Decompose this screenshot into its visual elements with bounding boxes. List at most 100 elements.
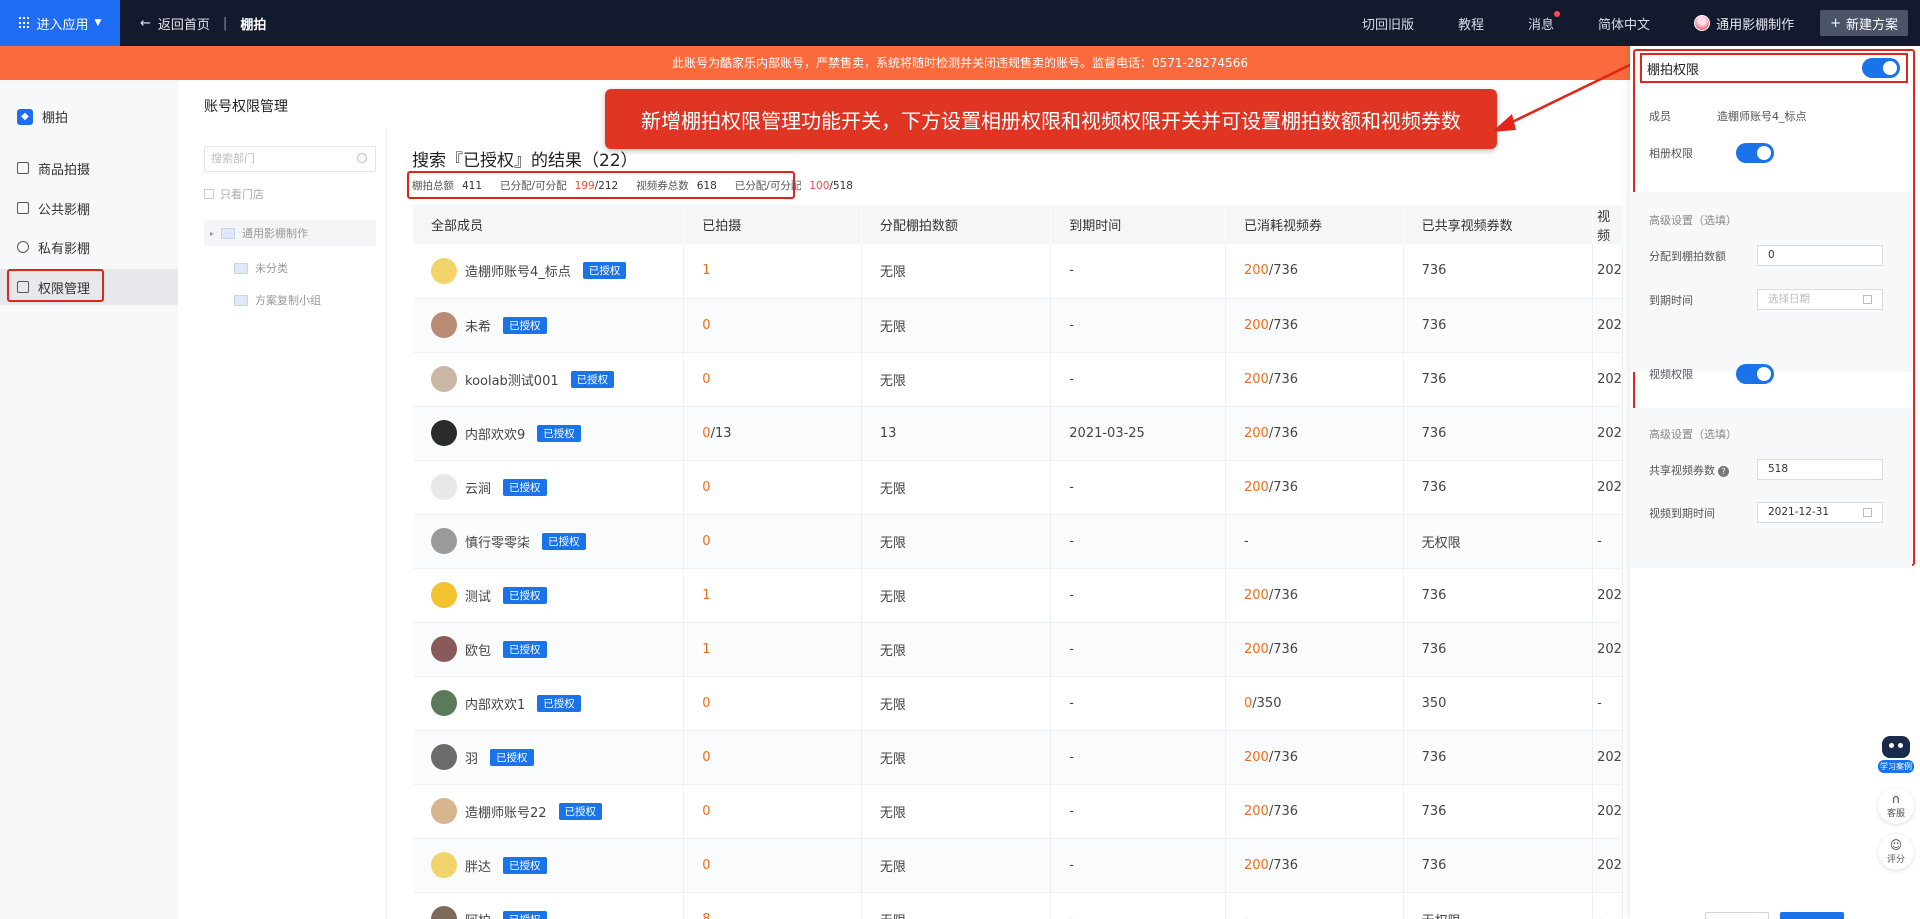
table-row[interactable]: 测试 已授权 1 无限 -200/736 736 202 [413,568,1623,623]
shared-voucher-input[interactable]: 518 [1757,459,1883,480]
used-count: 200 [1243,371,1269,387]
quota-input[interactable]: 0 [1757,245,1883,266]
shot-cell: 1 [683,244,862,299]
table-row[interactable]: 内部欢欢9 已授权 0/13 13 2021-03-25 200/736 736 202 [413,406,1623,461]
member-name[interactable]: 欧包 [465,640,491,659]
video-cell: 202 [1592,352,1623,407]
member-cell: 胖达 已授权 [413,838,685,893]
sidebar-item-private-studio[interactable]: 私有影棚 [0,229,178,265]
member-name[interactable]: 云涧 [465,478,491,497]
member-name[interactable]: 造棚师账号22 [465,802,547,821]
help-icon[interactable]: ? [1718,465,1729,477]
member-name[interactable]: koolab测试001 [465,370,559,389]
column-header-quota[interactable]: 分配棚拍数额 [861,205,1052,244]
tree-node-uncategorized[interactable]: 未分类 [234,260,288,276]
column-header-member[interactable]: 全部成员 [413,205,685,244]
enter-app-button[interactable]: 进入应用 ▼ [0,0,120,46]
shot-cell: 0 [683,460,862,515]
shared-voucher-cell: 736 [1403,244,1594,299]
table-row[interactable]: 造棚师账号4_标点 已授权 1 无限 -200/736 736 202 [413,244,1623,299]
used-voucher-cell: 200/736 [1225,298,1404,353]
member-name[interactable]: 造棚师账号4_标点 [465,261,571,280]
shoot-permission-toggle[interactable] [1862,58,1900,78]
assistant-label: 学习案例 [1878,760,1914,773]
member-name[interactable]: 内部欢欢1 [465,694,525,713]
video-expire-date-picker[interactable]: 2021-12-31 [1757,502,1883,523]
quota-cell: 无限 [861,784,1052,839]
video-cell: 202 [1592,460,1623,515]
confirm-button[interactable] [1780,912,1844,919]
sidebar-item-public-studio[interactable]: 公共影棚 [0,190,178,226]
learning-assistant[interactable]: 学习案例 [1878,736,1914,776]
member-name[interactable]: 测试 [465,586,491,605]
column-header-shot[interactable]: 已拍摄 [683,205,862,244]
expire-date-picker[interactable]: 选择日期 [1757,289,1883,310]
avatar [431,420,457,446]
switch-old-version-link[interactable]: 切回旧版 [1362,14,1414,33]
avatar [431,582,457,608]
table-row[interactable]: 欧包 已授权 1 无限 -200/736 736 202 [413,622,1623,677]
table-row[interactable]: 阿柏已授权8无限--无权限- [413,892,1623,919]
table-row[interactable]: koolab测试001 已授权 0 无限 -200/736 736 202 [413,352,1623,407]
enter-app-label: 进入应用 [36,17,89,33]
folder-icon [234,294,248,306]
table-row[interactable]: 云涧 已授权 0 无限 -200/736 736 202 [413,460,1623,515]
member-name[interactable]: 阿柏 [465,910,491,919]
authorized-badge: 已授权 [542,532,586,550]
member-name[interactable]: 羽 [465,748,478,767]
video-permission-toggle[interactable] [1736,364,1774,384]
messages-link[interactable]: 消息 [1528,10,1561,33]
tree-node-root[interactable]: ▸ 通用影棚制作 [204,220,376,246]
column-header-shared-vouchers[interactable]: 已共享视频券数 [1403,205,1594,244]
customer-service-button[interactable]: ∩ 客服 [1878,788,1914,824]
tutorial-link[interactable]: 教程 [1458,14,1484,33]
shot-count: 0 [702,803,711,819]
column-header-video[interactable]: 视频 [1592,205,1623,244]
member-name[interactable]: 内部欢欢9 [465,424,525,443]
authorized-badge: 已授权 [503,586,547,604]
member-cell: 测试 已授权 [413,568,685,623]
shot-cell: 0 [683,514,862,569]
member-cell: 云涧 已授权 [413,460,685,515]
language-switch[interactable]: 简体中文 [1598,14,1650,33]
table-row[interactable]: 造棚师账号22 已授权 0 无限 -200/736 736 202 [413,784,1623,839]
expire-cell: - [1050,838,1226,893]
used-count: 200 [1243,641,1269,657]
member-cell: koolab测试001 已授权 [413,352,685,407]
member: 阿柏 已授权 [431,906,683,919]
quota-cell: 无限 [861,460,1052,515]
arrow-left-icon[interactable]: ← [140,16,151,31]
tree-node-label: 未分类 [255,262,288,275]
stat-item: 已分配/可分配 100/518 [735,178,853,193]
stat-label: 已分配/可分配 [500,179,567,192]
video-cell: 202 [1592,784,1623,839]
quota-row: 分配到棚拍数额 0 [1649,245,1883,266]
column-header-used-vouchers[interactable]: 已消耗视频券 [1225,205,1404,244]
table-row[interactable]: 羽已授权 0 无限 -200/736 736 202 [413,730,1623,785]
member: koolab测试001 已授权 [431,366,683,392]
member-name[interactable]: 未希 [465,316,491,335]
album-permission-toggle[interactable] [1736,143,1774,163]
tree-node-copy-team[interactable]: 方案复制小组 [234,292,321,308]
rating-button[interactable]: ☺ 评分 [1878,834,1914,870]
member-name[interactable]: 慎行零零柒 [465,532,530,551]
authorized-badge: 已授权 [503,316,547,334]
table-row[interactable]: 胖达 已授权 0 无限 -200/736 736 202 [413,838,1623,893]
used-count: 200 [1243,857,1269,873]
cancel-button[interactable] [1705,912,1769,919]
sidebar-item-product-shoot[interactable]: 商品拍摄 [0,150,178,186]
department-search-input[interactable]: 搜索部门 [204,146,376,172]
column-header-expire[interactable]: 到期时间 [1050,205,1226,244]
user-menu[interactable]: 通用影棚制作 [1694,14,1794,33]
new-plan-button[interactable]: + 新建方案 [1820,10,1908,36]
member-label: 成员 [1649,110,1671,123]
only-store-checkbox[interactable]: 只看门店 [204,186,264,202]
shared-voucher-label-wrap: 共享视频券数? [1649,462,1757,478]
table-row[interactable]: 未希 已授权 0 无限 -200/736 736 202 [413,298,1623,353]
member-name[interactable]: 胖达 [465,856,491,875]
authorized-badge: 已授权 [503,478,547,496]
shared-voucher-cell: 736 [1403,406,1594,461]
table-row[interactable]: 慎行零零柒 已授权 0 无限 - - 无权限 - [413,514,1623,569]
back-home-link[interactable]: 返回首页 [158,14,210,33]
table-row[interactable]: 内部欢欢1 已授权 0 无限 -0/350 350- [413,676,1623,731]
